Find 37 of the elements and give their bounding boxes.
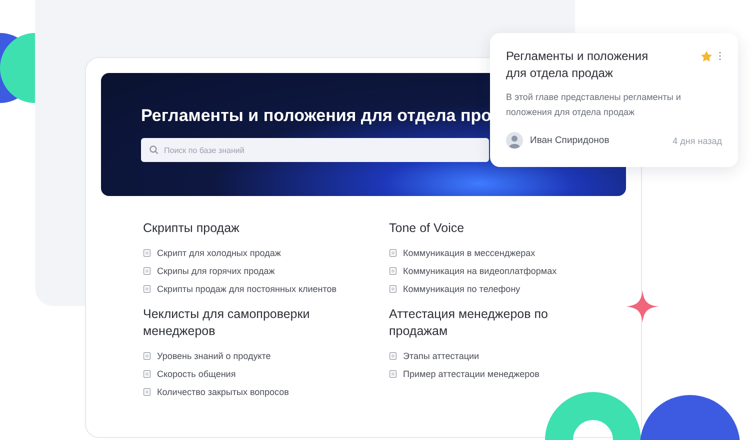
document-icon bbox=[143, 249, 151, 257]
document-icon bbox=[143, 285, 151, 293]
document-icon bbox=[389, 249, 397, 257]
star-icon[interactable] bbox=[701, 51, 712, 62]
document-icon bbox=[389, 285, 397, 293]
section-heading: Чеклисты для самопроверки менеджеров bbox=[143, 306, 311, 340]
article-link[interactable]: Пример аттестации менеджеров bbox=[403, 369, 540, 379]
article-link[interactable]: Скорость общения bbox=[157, 369, 236, 379]
card-title: Регламенты и положения для отдела продаж bbox=[506, 48, 650, 82]
article-card[interactable]: Регламенты и положения для отдела продаж В этой главе представлены регламенты и положения для отдела продаж Иван Спиридонов 4 дня назад bbox=[490, 33, 738, 167]
search-field[interactable]: Поиск по базе знаний bbox=[141, 138, 489, 162]
document-icon bbox=[143, 388, 151, 396]
more-icon[interactable] bbox=[718, 51, 722, 61]
banner-title: Регламенты и положения для отдела про bbox=[141, 106, 492, 126]
document-icon bbox=[389, 267, 397, 275]
document-icon bbox=[143, 352, 151, 360]
article-link[interactable]: Скрипты продаж для постоянных клиентов bbox=[157, 284, 337, 294]
timestamp: 4 дня назад bbox=[672, 136, 722, 146]
avatar-icon bbox=[506, 132, 523, 149]
document-icon bbox=[143, 370, 151, 378]
article-link[interactable]: Коммуникация в мессенджерах bbox=[403, 248, 536, 258]
article-link[interactable]: Скрипы для горячих продаж bbox=[157, 266, 275, 276]
article-link[interactable]: Количество закрытых вопросов bbox=[157, 387, 289, 397]
document-icon bbox=[143, 267, 151, 275]
document-icon bbox=[389, 352, 397, 360]
article-link[interactable]: Коммуникация по телефону bbox=[403, 284, 520, 294]
article-link[interactable]: Этапы аттестации bbox=[403, 351, 480, 361]
card-description: В этой главе представлены регламенты и положения для отдела продаж bbox=[506, 91, 682, 119]
article-link[interactable]: Уровень знаний о продукте bbox=[157, 351, 271, 361]
section-heading: Скрипты продаж bbox=[143, 220, 240, 237]
author-name: Иван Спиридонов bbox=[530, 135, 610, 146]
section-heading: Аттестация менеджеров по продажам bbox=[389, 306, 549, 340]
document-icon bbox=[389, 370, 397, 378]
article-link[interactable]: Скрипт для холодных продаж bbox=[157, 248, 281, 258]
article-link[interactable]: Коммуникация на видеоплатформах bbox=[403, 266, 557, 276]
sparkle-icon bbox=[626, 290, 659, 323]
section-heading: Tone of Voice bbox=[389, 220, 466, 237]
